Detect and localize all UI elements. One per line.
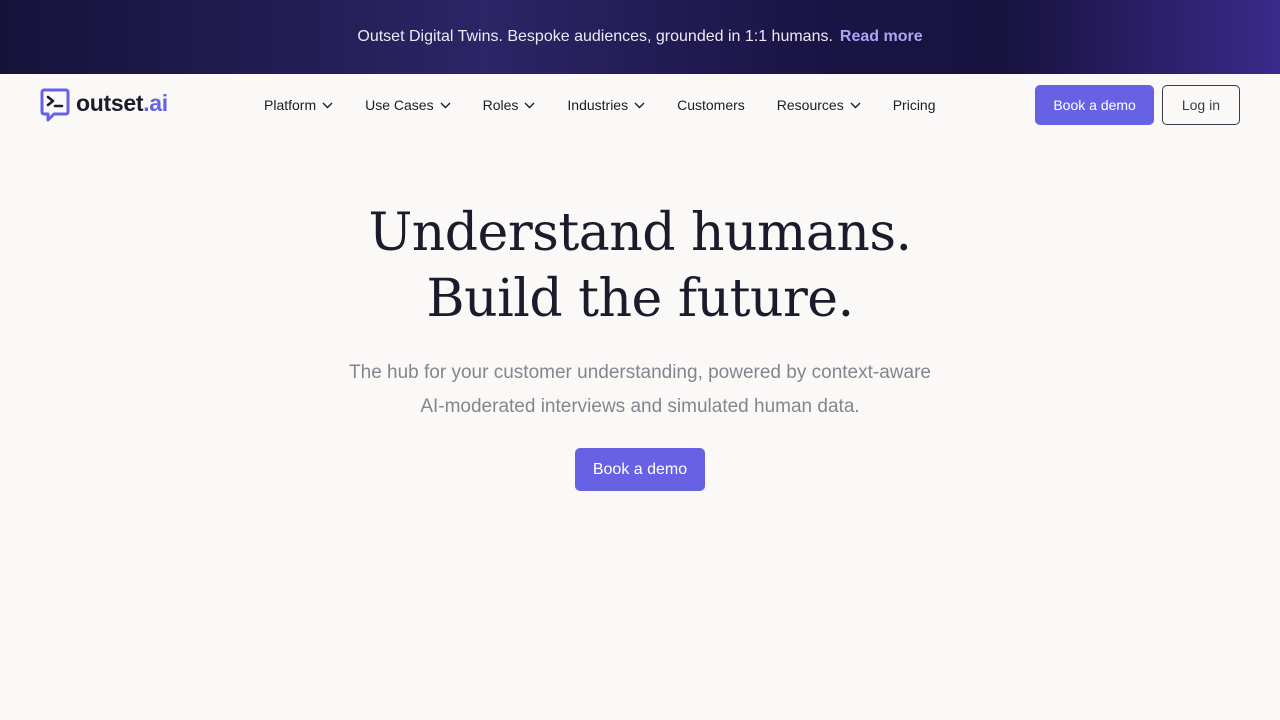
banner-text: Outset Digital Twins. Bespoke audiences,… — [357, 28, 833, 45]
hero-title: Understand humans. Build the future. — [0, 200, 1280, 332]
nav-item-resources[interactable]: Resources — [777, 97, 861, 113]
announcement-banner: Outset Digital Twins. Bespoke audiences,… — [0, 0, 1280, 74]
nav-item-roles[interactable]: Roles — [483, 97, 536, 113]
logo[interactable]: outset.ai — [40, 88, 168, 122]
nav-item-use-cases[interactable]: Use Cases — [365, 97, 451, 113]
chat-terminal-icon — [40, 88, 70, 122]
hero-title-line-2: Build the future. — [426, 269, 854, 329]
login-button[interactable]: Log in — [1161, 85, 1240, 125]
read-more-link[interactable]: Read more — [840, 28, 923, 46]
nav-item-customers[interactable]: Customers — [677, 97, 745, 113]
chevron-down-icon — [440, 102, 451, 108]
nav-actions: Book a demo Log in — [1035, 85, 1240, 125]
book-demo-button[interactable]: Book a demo — [1035, 85, 1154, 125]
chevron-down-icon — [322, 102, 333, 108]
nav-item-pricing[interactable]: Pricing — [893, 97, 936, 113]
nav-menu: Platform Use Cases Roles Industries Cust… — [264, 74, 936, 136]
hero-section: Understand humans. Build the future. The… — [0, 136, 1280, 491]
chevron-down-icon — [850, 102, 861, 108]
chevron-down-icon — [524, 102, 535, 108]
chevron-down-icon — [634, 102, 645, 108]
nav-item-industries[interactable]: Industries — [567, 97, 645, 113]
hero-title-line-1: Understand humans. — [368, 203, 912, 263]
top-nav: outset.ai Platform Use Cases Roles Indus… — [0, 74, 1280, 136]
logo-wordmark: outset.ai — [76, 89, 168, 116]
hero-subtitle: The hub for your customer understanding,… — [349, 362, 931, 417]
nav-item-platform[interactable]: Platform — [264, 97, 333, 113]
hero-book-demo-button[interactable]: Book a demo — [574, 448, 706, 491]
